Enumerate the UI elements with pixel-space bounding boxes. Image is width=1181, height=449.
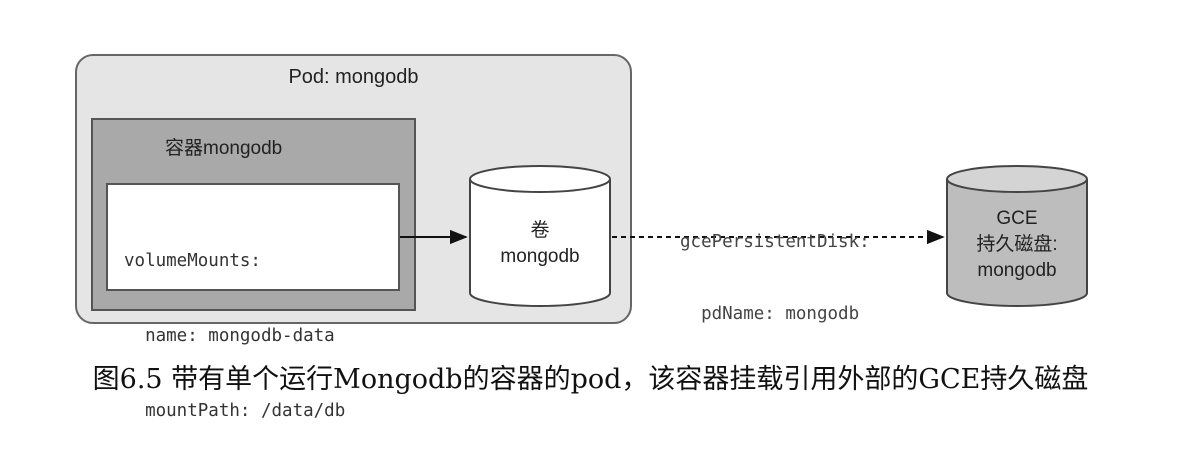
connector-label: gcePersistentDisk: pdName: mongodb: [680, 182, 870, 350]
volume-label-line1: 卷: [530, 220, 550, 241]
volume-label-line2: mongodb: [500, 246, 580, 267]
gce-disk-label-line2: 持久磁盘:: [976, 234, 1058, 255]
gce-disk-label-line3: mongodb: [977, 260, 1057, 281]
gce-disk-label-line1: GCE: [996, 208, 1038, 229]
figure-caption: 图6.5 带有单个运行Mongodb的容器的pod，该容器挂载引用外部的GCE持…: [92, 364, 1089, 395]
connector-label-line2: pdName: mongodb: [680, 304, 860, 324]
volume-label: 卷 mongodb: [470, 218, 610, 270]
gce-disk-label: GCE 持久磁盘: mongodb: [947, 206, 1087, 284]
connector-label-line1: gcePersistentDisk:: [680, 232, 870, 252]
